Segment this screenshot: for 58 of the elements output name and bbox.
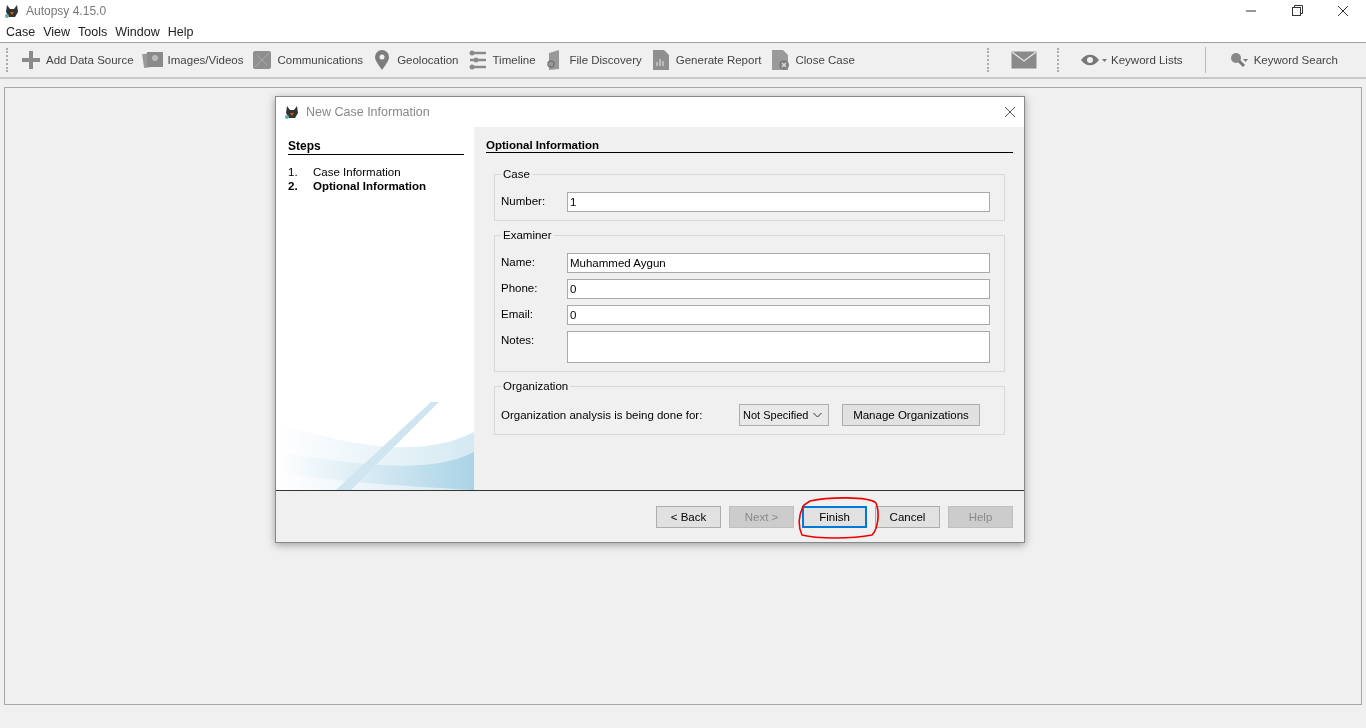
plus-icon xyxy=(20,49,42,71)
group-legend: Case xyxy=(501,168,532,180)
toolbar-label: Geolocation xyxy=(397,54,459,66)
toolbar-button[interactable]: File Discovery xyxy=(539,46,646,74)
toolbar-button[interactable]: Keyword Lists xyxy=(1067,46,1195,74)
field-label: Phone: xyxy=(501,281,539,294)
steps-heading: Steps xyxy=(288,139,464,155)
step-item: 2. Optional Information xyxy=(288,179,428,193)
toolbar-button[interactable]: Add Data Source xyxy=(16,46,138,74)
toolbar-label: Communications xyxy=(277,54,364,66)
menu-item[interactable]: Help xyxy=(163,25,198,39)
toolbar-label: Keyword Search xyxy=(1253,54,1338,66)
toolbar-button[interactable]: Timeline xyxy=(462,46,540,74)
group-legend: Examiner xyxy=(501,229,554,241)
menu-item[interactable]: Case xyxy=(2,25,40,39)
toolbar-button[interactable]: Images/Videos xyxy=(137,46,248,74)
envelope-icon[interactable] xyxy=(1011,51,1038,69)
step-item: 1. Case Information xyxy=(288,165,402,179)
toolbar-label: Close Case xyxy=(795,54,855,66)
toolbar-button[interactable]: Close Case xyxy=(765,46,859,74)
app-logo-icon xyxy=(284,104,300,120)
toolbar-label: Generate Report xyxy=(675,54,762,66)
dialog-title: New Case Information xyxy=(306,105,430,119)
field-label: Email: xyxy=(501,307,534,320)
toolbar-button[interactable]: Keyword Search xyxy=(1215,46,1350,74)
menu-item[interactable]: Tools xyxy=(74,25,112,39)
close-icon[interactable] xyxy=(1004,106,1016,118)
field-label: Name: xyxy=(501,255,536,268)
menu-item[interactable]: Window xyxy=(111,25,164,39)
manage-organizations-button[interactable]: Manage Organizations xyxy=(842,404,980,426)
input-field[interactable]: Muhammed Aygun xyxy=(567,253,990,273)
close-document-icon xyxy=(769,49,792,71)
toolbar-label: Timeline xyxy=(492,54,536,66)
dialog-button[interactable]: Finish xyxy=(802,505,867,528)
menu-item[interactable]: View xyxy=(39,25,75,39)
toolbar-label: File Discovery xyxy=(569,54,642,66)
organization-dropdown[interactable]: Not Specified xyxy=(739,404,829,426)
field-label: Number: xyxy=(501,194,547,207)
input-field[interactable]: 0 xyxy=(567,279,990,299)
toolbar-label: Images/Videos xyxy=(167,54,244,66)
chevron-down-icon xyxy=(813,412,823,418)
input-field[interactable]: 1 xyxy=(567,192,990,212)
photos-icon xyxy=(141,49,164,71)
field-label: Organization analysis is being done for: xyxy=(501,409,704,421)
toolbar-label: Keyword Lists xyxy=(1111,54,1183,66)
section-heading: Optional Information xyxy=(486,139,1013,153)
input-field[interactable]: 0 xyxy=(567,305,990,325)
toolbar-button[interactable]: Generate Report xyxy=(645,46,766,74)
notes-field[interactable] xyxy=(567,331,990,363)
field-label: Notes: xyxy=(501,333,536,346)
toolbar-label: Add Data Source xyxy=(46,54,134,66)
dialog-button[interactable]: < Back xyxy=(656,505,721,528)
window-title: Autopsy 4.15.0 xyxy=(26,4,107,18)
group-legend: Organization xyxy=(501,380,571,392)
toolbar-button[interactable]: Communications xyxy=(247,46,368,74)
toolbar-button[interactable]: Geolocation xyxy=(367,46,463,74)
dialog-button[interactable]: Cancel xyxy=(875,505,940,528)
app-logo-icon xyxy=(4,3,20,19)
